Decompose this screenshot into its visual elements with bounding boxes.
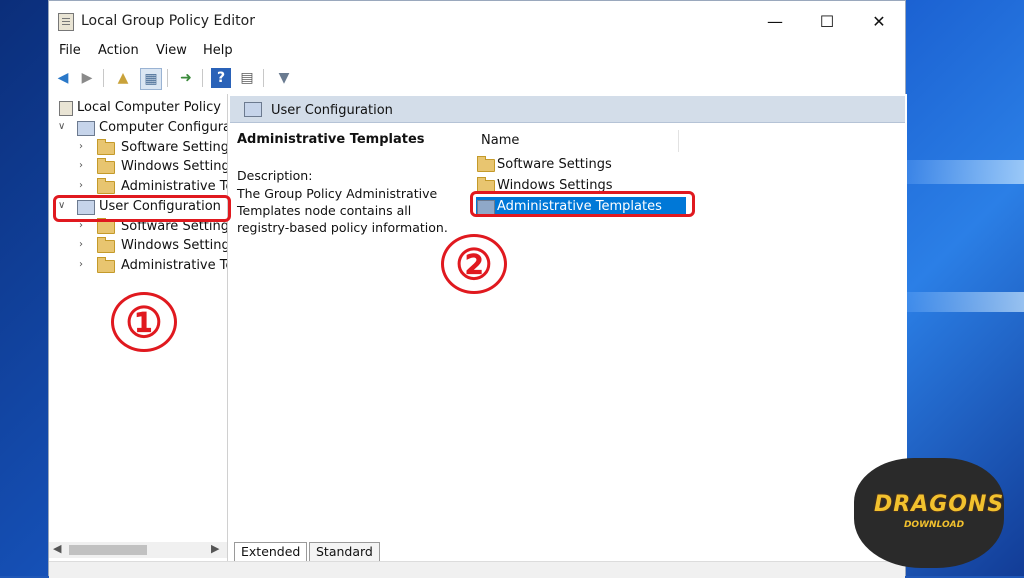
folder-icon (97, 178, 115, 194)
properties-icon[interactable]: ▤ (237, 68, 257, 88)
description-label: Description: (237, 168, 313, 183)
logo-sub-text: DOWNLOAD (903, 520, 965, 530)
tab-standard[interactable]: Standard (309, 542, 380, 561)
folder-icon (97, 237, 115, 253)
chevron-right-icon[interactable]: › (79, 141, 83, 152)
chevron-right-icon[interactable]: › (79, 160, 83, 171)
status-bar (49, 561, 905, 578)
help-icon[interactable]: ? (211, 68, 231, 88)
window-title: Local Group Policy Editor (81, 13, 255, 29)
annotation-highlight-administrative-templates (470, 191, 695, 217)
toolbar: ◀ ▶ ▲ ▦ ➜ ? ▤ ▼ (49, 65, 905, 91)
tree-node-windows-settings[interactable]: › Windows Setting (49, 236, 227, 256)
forward-arrow-icon[interactable]: ▶ (77, 68, 97, 88)
toolbar-separator (103, 69, 104, 87)
folder-icon (97, 158, 115, 174)
selected-item-title: Administrative Templates (237, 132, 425, 147)
menu-action[interactable]: Action (98, 43, 139, 58)
maximize-button[interactable]: ☐ (801, 1, 853, 41)
logo-main-text: DRAGONS (874, 492, 1005, 517)
toolbar-separator (167, 69, 168, 87)
tree-node-administrative-templates[interactable]: › Administrative Te (49, 256, 227, 276)
chevron-right-icon[interactable]: › (79, 239, 83, 250)
tree-label: Software Settings (121, 140, 228, 155)
chevron-right-icon[interactable]: › (79, 259, 83, 270)
show-hide-tree-icon[interactable]: ▦ (140, 68, 162, 90)
close-button[interactable]: ✕ (853, 1, 905, 41)
tree-label: Administrative Te (121, 179, 228, 194)
menu-view[interactable]: View (156, 43, 187, 58)
chevron-right-icon[interactable]: › (79, 180, 83, 191)
list-item-label: Software Settings (497, 157, 612, 172)
wallpaper-light-beam (906, 160, 1024, 184)
folder-icon (97, 257, 115, 273)
annotation-step-2: ② (441, 234, 507, 294)
scroll-right-icon[interactable]: ▶ (211, 542, 219, 555)
details-header-title: User Configuration (271, 103, 393, 118)
folder-icon (97, 218, 115, 234)
items-list: Name Software Settings Windows Settings … (463, 126, 903, 546)
wallpaper-light-beam (906, 292, 1024, 312)
annotation-highlight-user-configuration (53, 195, 231, 222)
watermark-logo: DRAGONS DOWNLOAD (840, 438, 1024, 576)
scroll-left-icon[interactable]: ◀ (53, 542, 61, 555)
column-header-label: Name (481, 133, 520, 148)
tree-label: Computer Configura (99, 120, 228, 135)
toolbar-separator (263, 69, 264, 87)
scrollbar-thumb[interactable] (69, 545, 147, 555)
menu-bar: File Action View Help (49, 41, 905, 63)
back-arrow-icon[interactable]: ◀ (53, 68, 73, 88)
tree-node-software-settings[interactable]: › Software Settings (49, 138, 227, 158)
folder-icon (97, 139, 115, 155)
tree-label: Administrative Te (121, 258, 228, 273)
tab-extended[interactable]: Extended (234, 542, 308, 561)
menu-file[interactable]: File (59, 43, 81, 58)
up-folder-icon[interactable]: ▲ (113, 68, 133, 88)
annotation-step-1: ① (111, 292, 177, 352)
column-header-name[interactable]: Name (463, 130, 679, 152)
menu-help[interactable]: Help (203, 43, 233, 58)
policy-document-icon (59, 101, 73, 116)
title-bar[interactable]: Local Group Policy Editor — ☐ ✕ (49, 1, 905, 41)
toolbar-separator (202, 69, 203, 87)
folder-icon (477, 156, 495, 172)
tree-node-computer-configuration[interactable]: ∨ Computer Configura (49, 118, 227, 138)
tree-node-local-computer-policy[interactable]: Local Computer Policy (49, 98, 227, 118)
filter-icon[interactable]: ▼ (274, 68, 294, 88)
tree-node-windows-settings[interactable]: › Windows Setting (49, 157, 227, 177)
list-item[interactable]: Software Settings (476, 155, 686, 175)
app-icon (58, 13, 74, 31)
tree-node-administrative-templates[interactable]: › Administrative Te (49, 177, 227, 197)
details-pane: User Configuration Administrative Templa… (230, 94, 907, 562)
horizontal-scrollbar[interactable]: ◀ ▶ (49, 542, 227, 558)
chevron-down-icon[interactable]: ∨ (58, 121, 65, 132)
description-text: The Group Policy Administrative Template… (237, 186, 448, 235)
tree-label: Local Computer Policy (77, 100, 221, 115)
export-list-icon[interactable]: ➜ (176, 68, 196, 88)
computer-icon (77, 121, 95, 136)
tree-label: Windows Setting (121, 238, 228, 253)
tree-label: Windows Setting (121, 159, 228, 174)
minimize-button[interactable]: — (749, 1, 801, 41)
user-icon (244, 102, 262, 117)
details-header: User Configuration (230, 96, 905, 123)
